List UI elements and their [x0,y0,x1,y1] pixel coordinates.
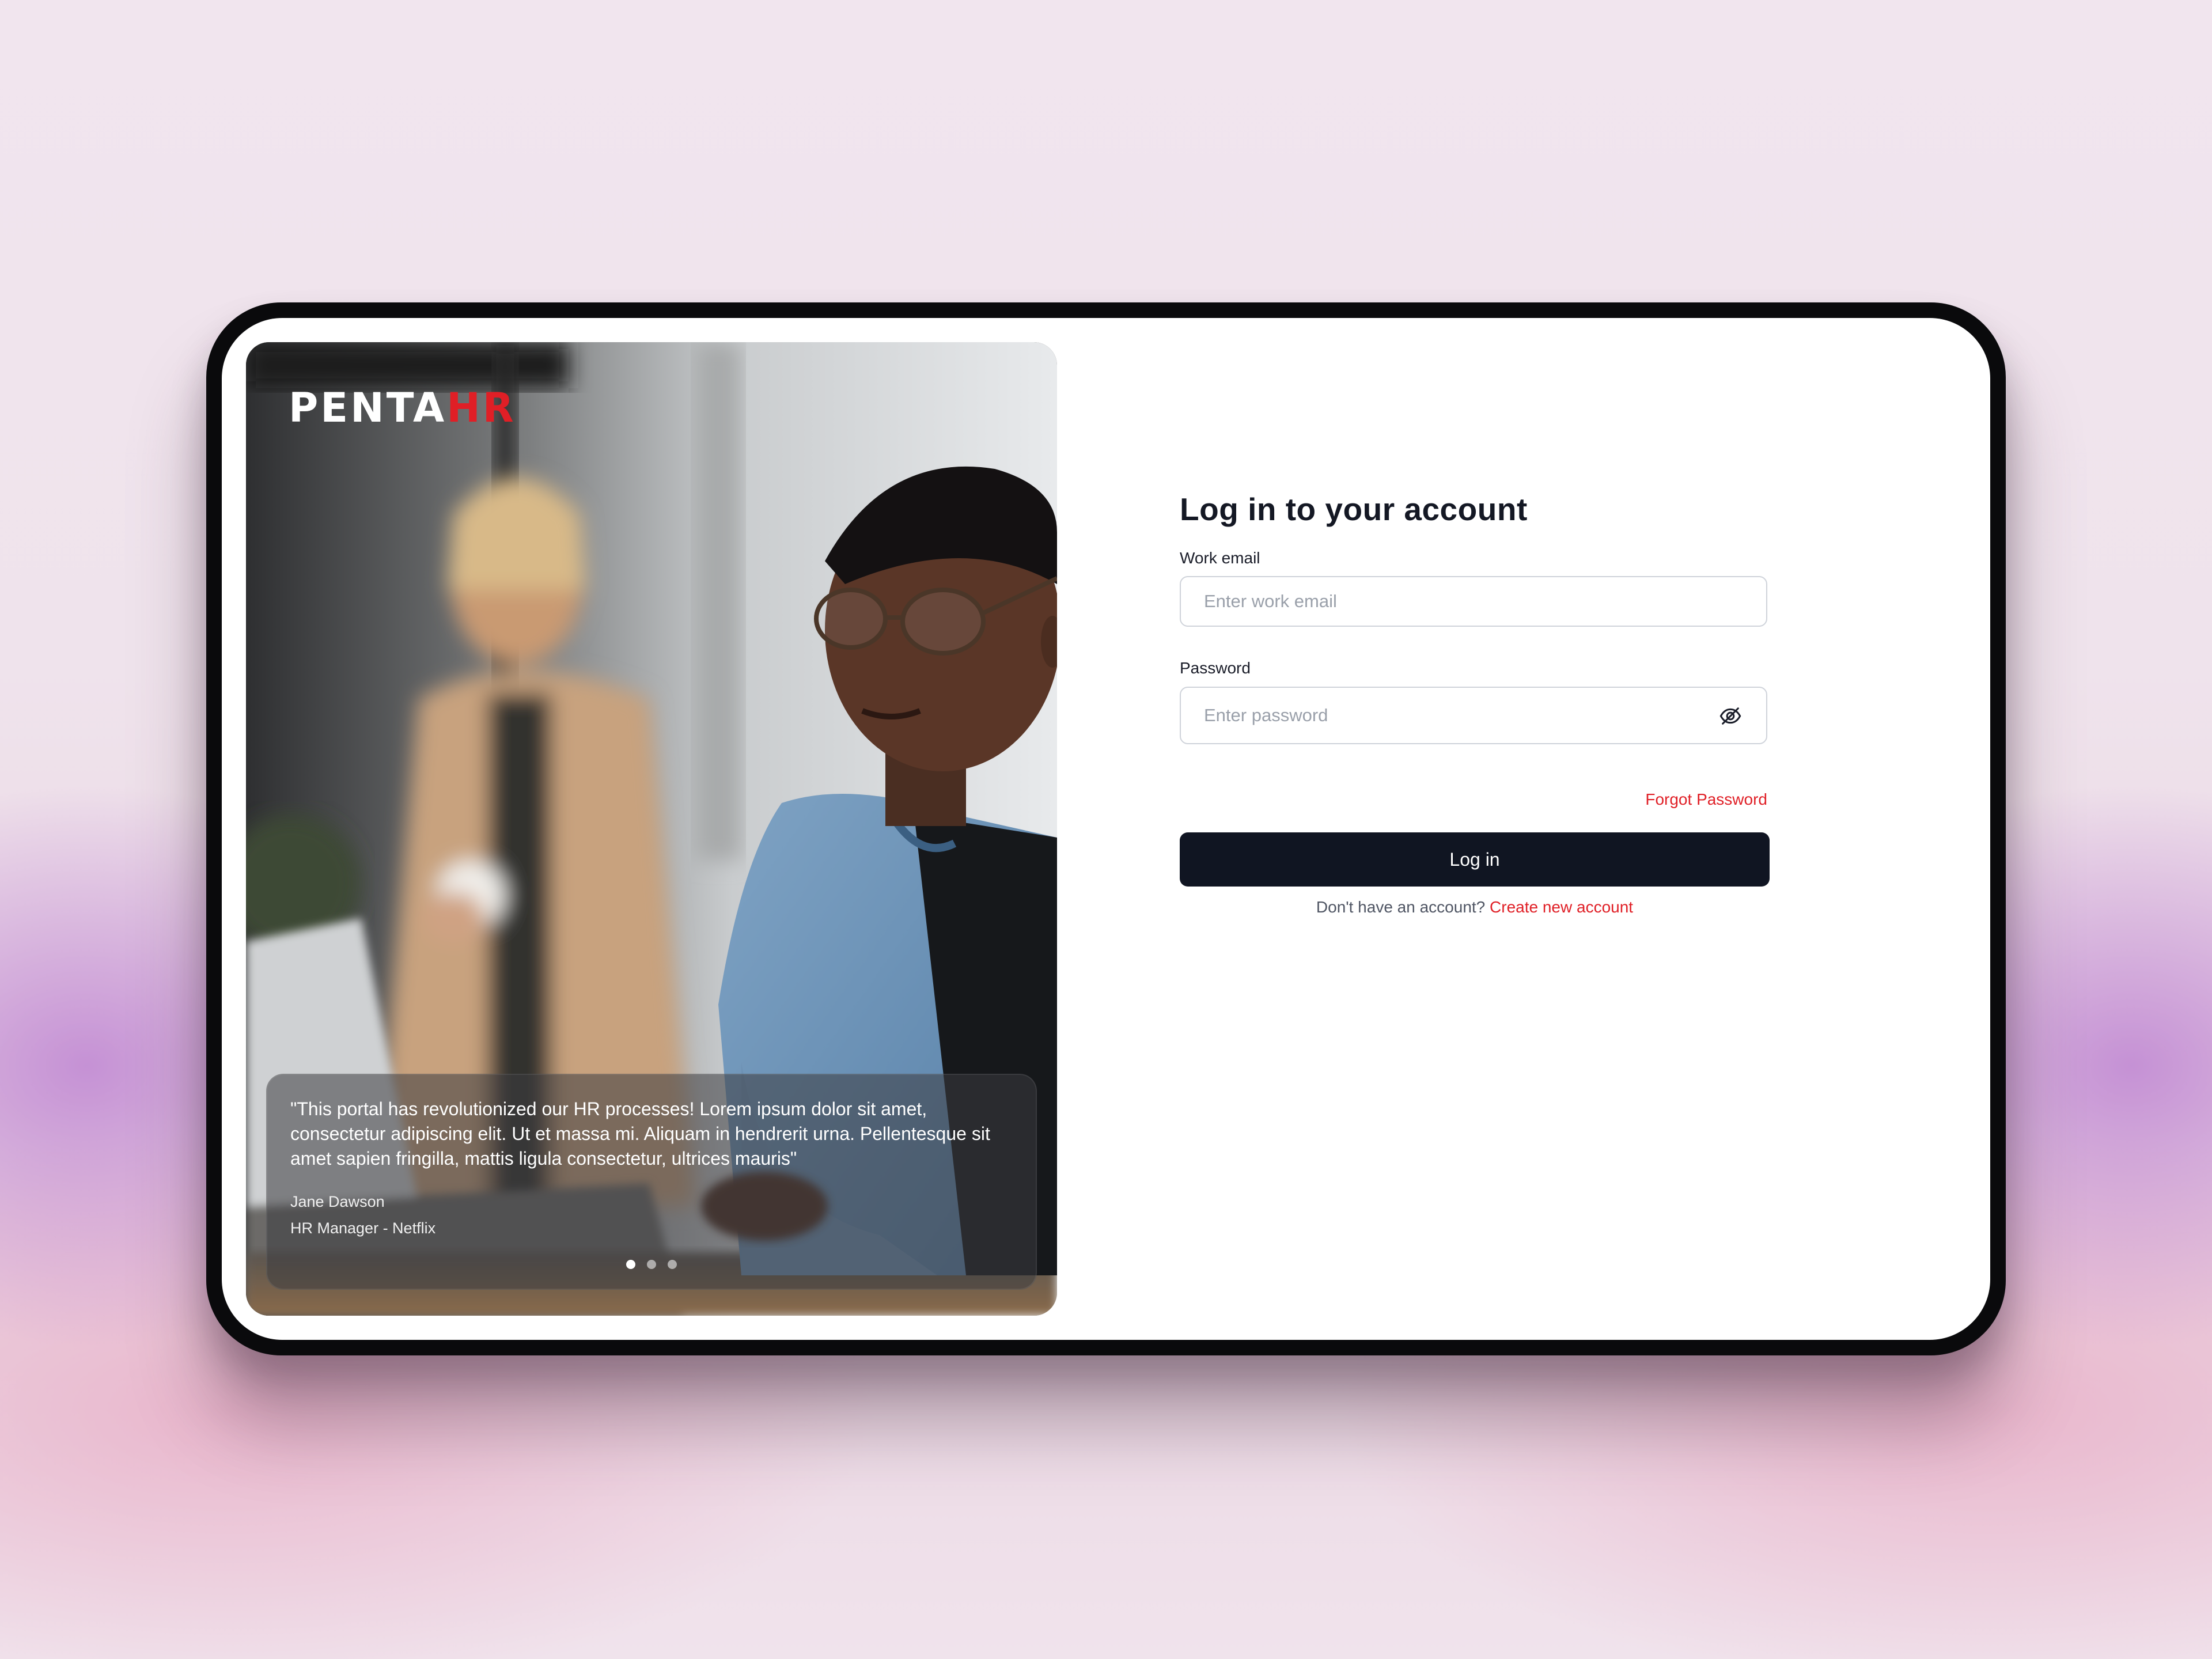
logo-text-main: PENTA [289,384,447,431]
testimonial-role: HR Manager - Netflix [290,1219,436,1237]
pentahr-logo: PENTA HR [289,384,516,431]
email-field[interactable] [1204,577,1699,626]
eye-off-icon[interactable] [1719,704,1742,728]
logo-text-accent: HR [446,384,516,431]
email-field-container [1180,576,1767,627]
carousel-dot-2[interactable] [647,1260,656,1269]
page-title: Log in to your account [1180,491,1528,527]
login-button[interactable]: Log in [1180,832,1770,887]
signup-prompt: Don't have an account? Create new accoun… [1180,898,1770,916]
signup-prompt-text: Don't have an account? [1316,898,1486,916]
email-label: Work email [1180,549,1260,567]
testimonial-quote: "This portal has revolutionized our HR p… [290,1099,990,1169]
carousel-dot-1[interactable] [626,1260,635,1269]
carousel-dots [626,1260,677,1269]
testimonial-card: "This portal has revolutionized our HR p… [266,1074,1037,1290]
password-field[interactable] [1204,688,1699,743]
login-screen: PENTA HR "This portal has revolutionized … [222,318,1990,1340]
create-account-link[interactable]: Create new account [1490,898,1633,916]
testimonial-author: Jane Dawson [290,1193,385,1210]
forgot-password-link[interactable]: Forgot Password [1645,790,1767,809]
hero-photo-panel: PENTA HR "This portal has revolutionized … [246,342,1057,1316]
device-frame: PENTA HR "This portal has revolutionized … [206,302,2006,1355]
password-label: Password [1180,659,1251,677]
password-field-container [1180,687,1767,744]
carousel-dot-3[interactable] [668,1260,677,1269]
